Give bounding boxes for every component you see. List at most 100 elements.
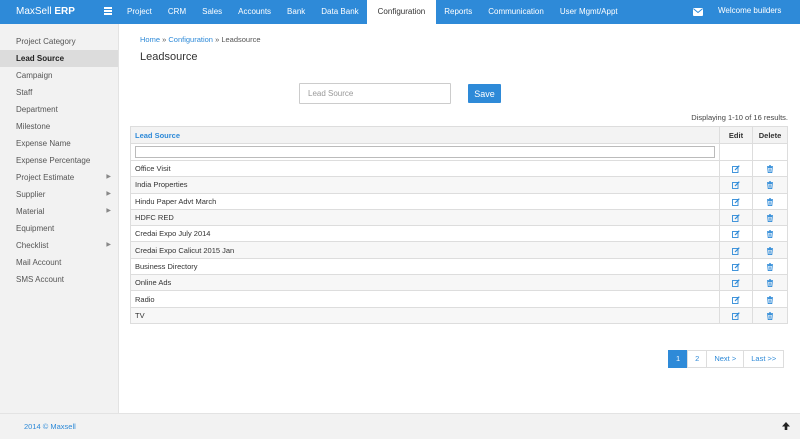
edit-icon[interactable] bbox=[732, 213, 740, 222]
sidebar-item-sms-account[interactable]: SMS Account bbox=[0, 271, 118, 288]
edit-icon[interactable] bbox=[732, 197, 740, 206]
nav-item-crm[interactable]: CRM bbox=[160, 0, 194, 24]
table-row: Radio bbox=[130, 290, 788, 308]
delete-cell bbox=[752, 176, 788, 194]
sidebar-item-label: Expense Percentage bbox=[16, 156, 91, 165]
breadcrumb-configuration[interactable]: Configuration bbox=[168, 35, 213, 44]
trash-icon[interactable] bbox=[766, 180, 774, 190]
hamburger-icon[interactable] bbox=[104, 7, 112, 15]
trash-icon[interactable] bbox=[766, 213, 774, 223]
delete-cell bbox=[752, 208, 788, 227]
sidebar-item-milestone[interactable]: Milestone bbox=[0, 118, 118, 135]
nav-item-communication[interactable]: Communication bbox=[480, 0, 552, 24]
lead-source-table: Lead Source Edit Delete Office Visit Indi… bbox=[130, 126, 788, 324]
filter-cell-empty bbox=[752, 143, 788, 161]
sidebar-item-project-category[interactable]: Project Category bbox=[0, 33, 118, 50]
envelope-icon[interactable] bbox=[693, 8, 703, 16]
results-summary: Displaying 1-10 of 16 results. bbox=[691, 113, 788, 122]
pagination: 1 2 Next > Last >> bbox=[668, 350, 785, 368]
sidebar-item-expense-percentage[interactable]: Expense Percentage bbox=[0, 152, 118, 169]
trash-icon[interactable] bbox=[766, 262, 774, 271]
sidebar-item-label: Mail Account bbox=[16, 258, 62, 267]
edit-icon[interactable] bbox=[732, 164, 740, 174]
filter-cell-empty bbox=[718, 143, 754, 161]
lead-source-cell: Credai Expo Calicut 2015 Jan bbox=[130, 241, 720, 259]
delete-cell bbox=[752, 274, 788, 292]
delete-cell bbox=[752, 290, 788, 308]
save-button[interactable]: Save bbox=[468, 84, 501, 103]
delete-cell bbox=[752, 306, 788, 324]
nav-item-configuration[interactable]: Configuration bbox=[366, 0, 437, 24]
edit-icon[interactable] bbox=[732, 278, 740, 288]
sidebar-item-equipment[interactable]: Equipment bbox=[0, 220, 118, 237]
edit-icon[interactable] bbox=[732, 311, 740, 320]
table-row: Credai Expo July 2014 bbox=[130, 225, 788, 243]
column-header-lead-source[interactable]: Lead Source bbox=[130, 126, 720, 144]
delete-cell bbox=[752, 159, 788, 178]
sidebar-item-project-estimate[interactable]: Project Estimate ▶ bbox=[0, 169, 118, 186]
last-page-button[interactable]: Last >> bbox=[743, 350, 785, 368]
trash-icon[interactable] bbox=[766, 164, 774, 174]
trash-icon[interactable] bbox=[766, 246, 774, 255]
table-row: TV bbox=[130, 306, 788, 324]
lead-source-input[interactable] bbox=[299, 83, 451, 104]
table-row: Business Directory bbox=[130, 257, 788, 276]
sidebar-item-lead-source[interactable]: Lead Source bbox=[0, 50, 118, 67]
sidebar: Project Category Lead Source Campaign Staff… bbox=[0, 24, 119, 413]
edit-cell bbox=[718, 159, 754, 178]
edit-cell bbox=[718, 208, 754, 227]
trash-icon[interactable] bbox=[766, 295, 774, 304]
lead-source-filter-input[interactable] bbox=[135, 146, 715, 158]
nav-item-user-mgmt-appt[interactable]: User Mgmt/Appt bbox=[552, 0, 626, 24]
nav-item-reports[interactable]: Reports bbox=[436, 0, 480, 24]
sidebar-item-label: Staff bbox=[16, 88, 33, 97]
nav-item-accounts[interactable]: Accounts bbox=[230, 0, 279, 24]
edit-icon[interactable] bbox=[732, 295, 740, 304]
caret-right-icon: ▶ bbox=[106, 174, 111, 180]
sidebar-item-expense-name[interactable]: Expense Name bbox=[0, 135, 118, 152]
page-1-button[interactable]: 1 bbox=[668, 350, 689, 368]
sidebar-item-label: Expense Name bbox=[16, 139, 71, 148]
delete-cell bbox=[752, 225, 788, 243]
welcome-text[interactable]: Welcome builders bbox=[718, 0, 781, 24]
page-2-button[interactable]: 2 bbox=[687, 350, 708, 368]
nav-item-data-bank[interactable]: Data Bank bbox=[313, 0, 366, 24]
trash-icon[interactable] bbox=[766, 311, 774, 320]
page-title: Leadsource bbox=[140, 51, 198, 63]
sidebar-item-label: Lead Source bbox=[16, 54, 65, 63]
lead-source-cell: Online Ads bbox=[130, 274, 720, 292]
sidebar-item-staff[interactable]: Staff bbox=[0, 84, 118, 101]
sidebar-item-label: Checklist bbox=[16, 241, 49, 250]
edit-cell bbox=[718, 225, 754, 243]
sidebar-item-checklist[interactable]: Checklist ▶ bbox=[0, 237, 118, 254]
arrow-up-icon[interactable] bbox=[781, 421, 791, 431]
sidebar-item-mail-account[interactable]: Mail Account bbox=[0, 254, 118, 271]
sidebar-item-supplier[interactable]: Supplier ▶ bbox=[0, 186, 118, 203]
nav-item-sales[interactable]: Sales bbox=[194, 0, 230, 24]
breadcrumb-home[interactable]: Home bbox=[140, 35, 160, 44]
table-row: Hindu Paper Advt March bbox=[130, 192, 788, 210]
lead-source-cell: India Properties bbox=[130, 176, 720, 194]
table-row: Office Visit bbox=[130, 159, 788, 178]
sidebar-item-campaign[interactable]: Campaign bbox=[0, 67, 118, 84]
sidebar-item-department[interactable]: Department bbox=[0, 101, 118, 118]
breadcrumb-current: Leadsource bbox=[221, 35, 261, 44]
edit-cell bbox=[718, 274, 754, 292]
nav-item-bank[interactable]: Bank bbox=[279, 0, 313, 24]
trash-icon[interactable] bbox=[766, 197, 774, 206]
edit-icon[interactable] bbox=[732, 180, 740, 190]
nav-item-project[interactable]: Project bbox=[119, 0, 160, 24]
edit-icon[interactable] bbox=[732, 262, 740, 271]
lead-source-cell: TV bbox=[130, 306, 720, 324]
trash-icon[interactable] bbox=[766, 229, 774, 239]
edit-icon[interactable] bbox=[732, 246, 740, 255]
trash-icon[interactable] bbox=[766, 278, 774, 288]
edit-icon[interactable] bbox=[732, 229, 740, 239]
brand-logo[interactable]: MaxSell ERP bbox=[16, 0, 75, 24]
filter-cell bbox=[130, 143, 720, 161]
footer: 2014 © Maxsell bbox=[0, 413, 800, 439]
sidebar-item-material[interactable]: Material ▶ bbox=[0, 203, 118, 220]
filter-row bbox=[130, 143, 788, 161]
table-row: Online Ads bbox=[130, 274, 788, 292]
next-page-button[interactable]: Next > bbox=[706, 350, 745, 368]
